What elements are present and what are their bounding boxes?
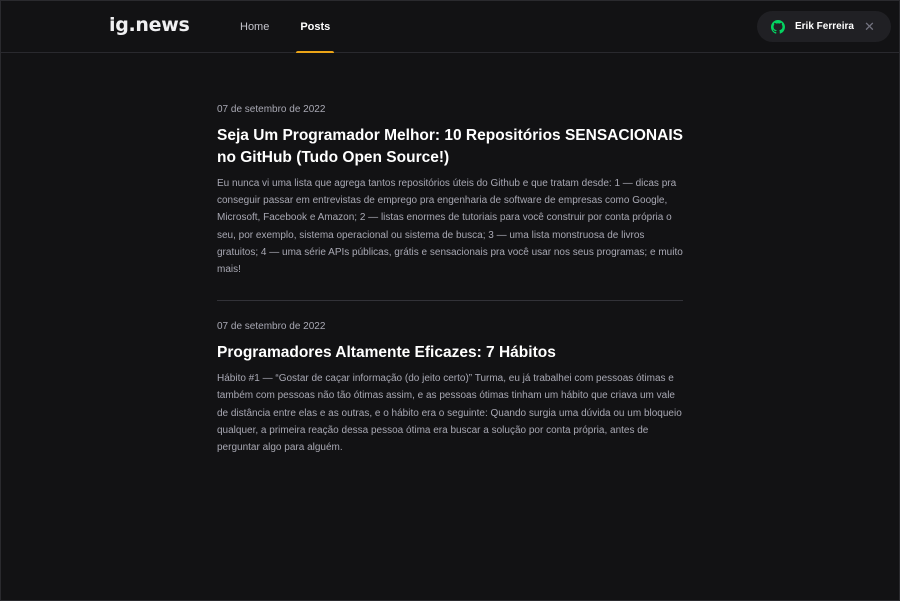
post-date: 07 de setembro de 2022 xyxy=(217,104,326,115)
nav-link-posts[interactable]: Posts xyxy=(296,1,335,53)
post-date: 07 de setembro de 2022 xyxy=(217,321,326,333)
github-icon xyxy=(771,19,785,34)
post-excerpt: Hábito #1 — “Gostar de caçar informação … xyxy=(217,373,682,454)
posts-list: 07 de setembro de 2022 Seja Um Programad… xyxy=(217,53,683,478)
header-content: ig.news Home Posts Erik Ferreira ✕ xyxy=(109,1,891,53)
post-item[interactable]: 07 de setembro de 2022 Seja Um Programad… xyxy=(217,104,683,300)
site-header: ig.news Home Posts Erik Ferreira ✕ xyxy=(1,1,899,53)
sign-in-button[interactable]: Erik Ferreira ✕ xyxy=(757,11,891,42)
post-title[interactable]: Seja Um Programador Melhor: 10 Repositór… xyxy=(217,125,683,169)
user-name: Erik Ferreira xyxy=(795,21,854,32)
site-logo[interactable]: ig.news xyxy=(109,14,190,36)
post-title[interactable]: Programadores Altamente Eficazes: 7 Hábi… xyxy=(217,342,683,364)
nav-link-home[interactable]: Home xyxy=(236,1,273,53)
close-icon[interactable]: ✕ xyxy=(864,20,875,33)
post-excerpt: Eu nunca vi uma lista que agrega tantos … xyxy=(217,178,683,276)
post-item[interactable]: 07 de setembro de 2022 Programadores Alt… xyxy=(217,300,683,478)
main-nav: Home Posts xyxy=(236,1,357,53)
